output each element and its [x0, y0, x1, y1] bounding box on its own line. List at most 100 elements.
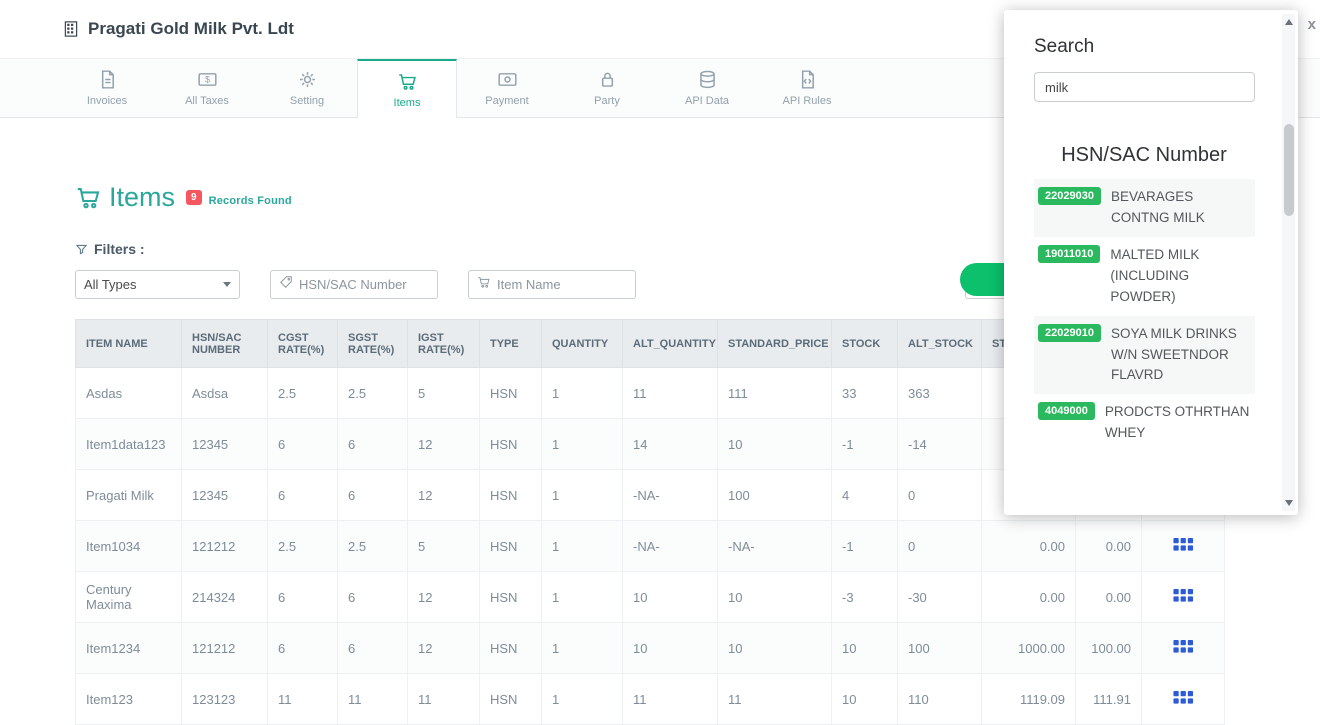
tab-party[interactable]: Party — [557, 59, 657, 117]
grid-action-icon[interactable] — [1172, 690, 1194, 705]
column-header: ALT_STOCK — [897, 319, 982, 368]
type-filter: All Types — [75, 270, 240, 299]
cart-icon — [397, 71, 418, 92]
cell: -30 — [897, 571, 982, 623]
item-name-filter-input[interactable] — [497, 277, 627, 292]
row-actions-cell — [1141, 520, 1225, 572]
cell: 12345 — [181, 418, 268, 470]
column-header: IGST RATE(%) — [407, 319, 480, 368]
hsn-code-badge: 22029030 — [1038, 187, 1101, 205]
cell: 10 — [622, 571, 718, 623]
grid-action-icon[interactable] — [1172, 639, 1194, 654]
overlay-close-button[interactable]: x — [1308, 16, 1316, 33]
column-header: HSN/SAC NUMBER — [181, 319, 268, 368]
tab-api-rules[interactable]: API Rules — [757, 59, 857, 117]
cell: 2.5 — [337, 520, 408, 572]
grid-action-icon[interactable] — [1172, 588, 1194, 603]
cell: 0.00 — [981, 520, 1076, 572]
cell: 121212 — [181, 520, 268, 572]
type-filter-select[interactable]: All Types — [75, 270, 240, 299]
tab-label: All Taxes — [185, 95, 229, 107]
page-title: Items — [109, 182, 176, 212]
overlay-search-input[interactable] — [1034, 72, 1255, 102]
cell: 111.91 — [1075, 673, 1142, 725]
cell: 6 — [267, 571, 338, 623]
cell: Item1data123 — [75, 418, 182, 470]
cell: 12 — [407, 469, 480, 521]
hsn-result-item[interactable]: 22029030 BEVARAGES CONTNG MILK — [1034, 179, 1255, 237]
hsn-result-description: MALTED MILK (INCLUDING POWDER) — [1110, 246, 1200, 304]
cell: 10 — [717, 418, 832, 470]
records-found-label: Records Found — [208, 194, 292, 207]
cell: 0.00 — [981, 571, 1076, 623]
table-row: Item1234 121212 6 6 12 HSN 1 10 10 10 100 1000.00 10… — [75, 622, 1225, 674]
cell: 1000.00 — [981, 622, 1076, 674]
cell: 5 — [407, 367, 480, 419]
cell: 6 — [267, 469, 338, 521]
cell: HSN — [479, 469, 542, 521]
cell: 1 — [541, 367, 623, 419]
tab-setting[interactable]: Setting — [257, 59, 357, 117]
hsn-result-item[interactable]: 22029010 SOYA MILK DRINKS W/N SWEETNDOR F… — [1034, 315, 1255, 395]
scrollbar-thumb[interactable] — [1283, 124, 1294, 216]
row-actions-cell — [1141, 622, 1225, 674]
filters-label: Filters : — [94, 241, 145, 257]
cell: 12 — [407, 571, 480, 623]
cell: 33 — [831, 367, 898, 419]
hsn-code-badge: 4049000 — [1038, 402, 1095, 421]
cell: 0.00 — [1075, 520, 1142, 572]
cell: 100.00 — [1075, 622, 1142, 674]
cell: 121212 — [181, 622, 268, 674]
tab-api-data[interactable]: API Data — [657, 59, 757, 117]
hsn-code-badge: 19011010 — [1038, 244, 1101, 263]
table-row: Item123 123123 11 11 11 HSN 1 11 11 10 110 1119.09 1… — [75, 673, 1225, 725]
cell: 12345 — [181, 469, 268, 521]
overlay-scrollbar[interactable] — [1282, 14, 1295, 511]
tab-items[interactable]: Items — [357, 59, 457, 118]
tab-payment[interactable]: Payment — [457, 59, 557, 117]
column-header: ITEM NAME — [75, 319, 182, 368]
column-header: STANDARD_PRICE — [717, 319, 832, 368]
cell: 0.00 — [1075, 571, 1142, 623]
cell: 100 — [897, 622, 982, 674]
scroll-up-icon[interactable] — [1284, 19, 1293, 25]
cell: 6 — [267, 418, 338, 470]
svg-text:$: $ — [205, 75, 210, 85]
tab-label: Payment — [485, 95, 529, 107]
cell: Item1034 — [75, 520, 182, 572]
cell: -NA- — [622, 520, 718, 572]
cell: -NA- — [717, 520, 832, 572]
cell: 11 — [622, 673, 718, 725]
column-header: STOCK — [831, 319, 898, 368]
database-icon — [697, 69, 718, 90]
cell: 1 — [541, 622, 623, 674]
cell: 10 — [717, 571, 832, 623]
hsn-result-description: BEVARAGES CONTNG MILK — [1110, 189, 1205, 225]
cell: Asdsa — [181, 367, 268, 419]
company-name: Pragati Gold Milk Pvt. Ldt — [88, 19, 294, 38]
cell: 123123 — [181, 673, 268, 725]
column-header: CGST RATE(%) — [267, 319, 338, 368]
cell: HSN — [479, 367, 542, 419]
cell: -3 — [831, 571, 898, 623]
tab-invoices[interactable]: Invoices — [57, 59, 157, 117]
cell: HSN — [479, 673, 542, 725]
item-name-filter — [468, 270, 636, 299]
tab-label: Invoices — [86, 95, 128, 107]
cell: Asdas — [75, 367, 182, 419]
column-header: QUANTITY — [541, 319, 623, 368]
cell: 0 — [897, 520, 982, 572]
tab-all-taxes[interactable]: $ All Taxes — [157, 59, 257, 117]
hsn-result-item[interactable]: 19011010 MALTED MILK (INCLUDING POWDER) — [1034, 237, 1255, 316]
scroll-down-icon[interactable] — [1284, 500, 1293, 506]
filter-funnel-icon — [75, 243, 88, 256]
column-header: SGST RATE(%) — [337, 319, 408, 368]
payment-icon — [497, 69, 518, 90]
hsn-filter-input[interactable] — [299, 277, 429, 292]
cell: -1 — [831, 418, 898, 470]
cell: 6 — [337, 571, 408, 623]
grid-action-icon[interactable] — [1172, 537, 1194, 552]
lock-icon — [597, 69, 618, 90]
hsn-result-item[interactable]: 4049000 PRODCTS OTHRTHAN WHEY — [1034, 394, 1255, 452]
row-actions-cell — [1141, 571, 1225, 623]
